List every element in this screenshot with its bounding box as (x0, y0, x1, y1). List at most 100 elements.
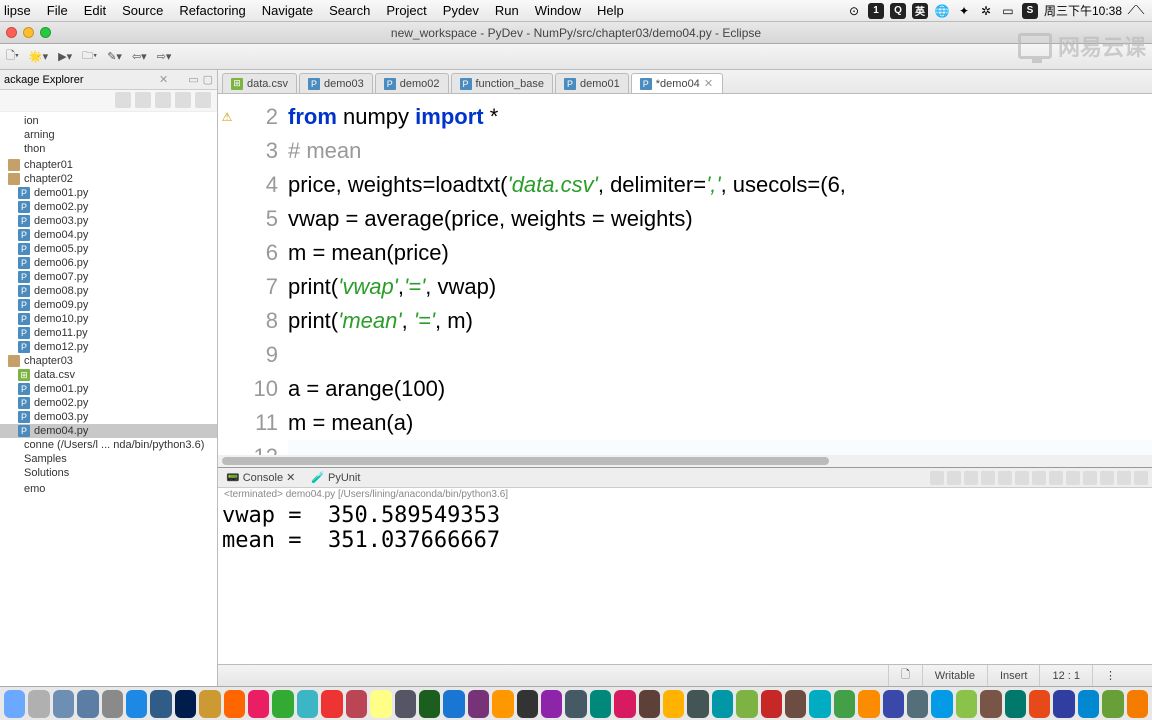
tree-item[interactable]: Samples (0, 452, 217, 466)
view-menu-icon[interactable] (195, 92, 211, 108)
dock-app-icon[interactable] (1127, 690, 1148, 718)
dock-app-icon[interactable] (150, 690, 171, 718)
nav-fwd-button[interactable]: ⇨▾ (157, 50, 172, 63)
menu-project[interactable]: Project (386, 3, 426, 18)
dock-app-icon[interactable] (199, 690, 220, 718)
dock-app-icon[interactable] (614, 690, 635, 718)
menu-run[interactable]: Run (495, 3, 519, 18)
tree-item[interactable]: Pdemo01.py (0, 186, 217, 200)
dock-app-icon[interactable] (761, 690, 782, 718)
code-content[interactable]: from numpy import *# meanprice, weights=… (284, 94, 1152, 467)
dock-app-icon[interactable] (102, 690, 123, 718)
mac-dock[interactable] (0, 686, 1152, 720)
tab-pyunit[interactable]: 🧪 PyUnit (307, 471, 364, 484)
tree-item[interactable]: Pdemo02.py (0, 396, 217, 410)
tree-item[interactable]: ⊞data.csv (0, 368, 217, 382)
filter-icon[interactable] (175, 92, 191, 108)
dock-app-icon[interactable] (931, 690, 952, 718)
console-max-icon[interactable] (1066, 471, 1080, 485)
console-a-icon[interactable] (1083, 471, 1097, 485)
dock-app-icon[interactable] (28, 690, 49, 718)
tree-item[interactable]: Pdemo10.py (0, 312, 217, 326)
tree-item[interactable]: thon (0, 142, 217, 156)
menu-search[interactable]: Search (329, 3, 370, 18)
dock-app-icon[interactable] (809, 690, 830, 718)
tree-item[interactable]: Pdemo04.py (0, 228, 217, 242)
tree-item[interactable]: Pdemo07.py (0, 270, 217, 284)
menu-lipse[interactable]: lipse (4, 3, 31, 18)
code-line[interactable] (288, 338, 1152, 372)
collapse-all-icon[interactable] (115, 92, 131, 108)
editor-tab[interactable]: Pfunction_base (451, 73, 554, 93)
tree-item[interactable]: Pdemo03.py (0, 214, 217, 228)
dock-app-icon[interactable] (297, 690, 318, 718)
menu-help[interactable]: Help (597, 3, 624, 18)
code-line[interactable]: m = mean(price) (288, 236, 1152, 270)
dock-app-icon[interactable] (785, 690, 806, 718)
run-button[interactable]: ▶▾ (58, 50, 72, 63)
tree-item[interactable]: Pdemo09.py (0, 298, 217, 312)
debug-button[interactable]: 🗀▾ (82, 47, 97, 66)
dock-app-icon[interactable] (468, 690, 489, 718)
code-line[interactable]: # mean (288, 134, 1152, 168)
close-tab-icon[interactable]: ✕ (704, 77, 714, 90)
code-line[interactable]: m = mean(a) (288, 406, 1152, 440)
dock-app-icon[interactable] (1029, 690, 1050, 718)
dock-app-icon[interactable] (980, 690, 1001, 718)
dock-app-icon[interactable] (687, 690, 708, 718)
dock-app-icon[interactable] (907, 690, 928, 718)
editor-tab[interactable]: ⊞data.csv (222, 73, 297, 93)
dock-app-icon[interactable] (443, 690, 464, 718)
dock-app-icon[interactable] (663, 690, 684, 718)
dock-app-icon[interactable] (736, 690, 757, 718)
dock-app-icon[interactable] (1078, 690, 1099, 718)
tree-item[interactable]: Pdemo01.py (0, 382, 217, 396)
dock-app-icon[interactable] (492, 690, 513, 718)
close-icon[interactable]: ✕ (159, 73, 168, 86)
editor-tab[interactable]: Pdemo02 (375, 73, 449, 93)
code-line[interactable]: price, weights=loadtxt('data.csv', delim… (288, 168, 1152, 202)
dock-app-icon[interactable] (53, 690, 74, 718)
tree-item[interactable]: Pdemo03.py (0, 410, 217, 424)
console-lock-icon[interactable] (981, 471, 995, 485)
tree-item[interactable]: Pdemo02.py (0, 200, 217, 214)
dock-app-icon[interactable] (272, 690, 293, 718)
tree-item[interactable]: chapter03 (0, 354, 217, 368)
tree-item[interactable]: emo (0, 482, 217, 496)
tree-item[interactable]: conne (/Users/l ... nda/bin/python3.6) (0, 438, 217, 452)
dock-app-icon[interactable] (858, 690, 879, 718)
tree-item[interactable]: Pdemo12.py (0, 340, 217, 354)
menu-pydev[interactable]: Pydev (443, 3, 479, 18)
dock-app-icon[interactable] (590, 690, 611, 718)
new-button[interactable]: 🗋▾ (6, 47, 19, 66)
console-remove-icon[interactable] (947, 471, 961, 485)
console-pin-icon[interactable] (998, 471, 1012, 485)
dock-app-icon[interactable] (370, 690, 391, 718)
editor-tab[interactable]: Pdemo03 (299, 73, 373, 93)
dock-app-icon[interactable] (126, 690, 147, 718)
code-line[interactable]: a = arange(100) (288, 372, 1152, 406)
dock-app-icon[interactable] (1005, 690, 1026, 718)
link-editor-icon[interactable] (135, 92, 151, 108)
menu-window[interactable]: Window (535, 3, 581, 18)
dock-app-icon[interactable] (565, 690, 586, 718)
save-button[interactable]: 🌟▾ (29, 50, 48, 63)
tree-item[interactable]: chapter02 (0, 172, 217, 186)
editor-tab[interactable]: Pdemo01 (555, 73, 629, 93)
tree-item[interactable]: Pdemo06.py (0, 256, 217, 270)
dock-app-icon[interactable] (248, 690, 269, 718)
zoom-window-button[interactable] (40, 27, 51, 38)
console-output[interactable]: vwap = 350.589549353 mean = 351.03766666… (218, 501, 1152, 664)
dock-app-icon[interactable] (4, 690, 25, 718)
tree-item[interactable]: arning (0, 128, 217, 142)
project-tree[interactable]: ionarningthonchapter01chapter02Pdemo01.p… (0, 112, 217, 686)
minimize-window-button[interactable] (23, 27, 34, 38)
console-c-icon[interactable] (1117, 471, 1131, 485)
code-line[interactable]: print('mean', '=', m) (288, 304, 1152, 338)
code-line[interactable]: print('vwap','=', vwap) (288, 270, 1152, 304)
console-removeall-icon[interactable] (964, 471, 978, 485)
dock-app-icon[interactable] (834, 690, 855, 718)
dock-app-icon[interactable] (541, 690, 562, 718)
dock-app-icon[interactable] (956, 690, 977, 718)
tree-item[interactable]: Pdemo05.py (0, 242, 217, 256)
